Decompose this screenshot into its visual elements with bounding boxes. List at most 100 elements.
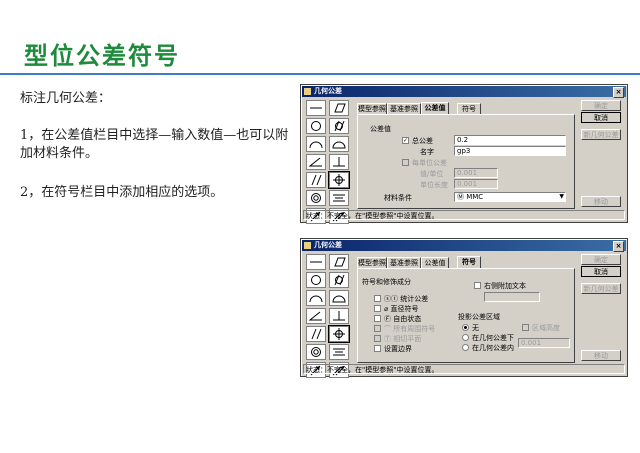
tangent-plane-text: 相切平面 (393, 335, 422, 343)
cylindricity-icon[interactable] (329, 272, 349, 288)
tab-panel: 符号和修饰成分 ⓢⓣ 统计公差 ⌀ 直径符号 Ⓕ 自由状态 ⌒ 所有周围符号 Ⓣ… (357, 268, 575, 363)
new-tolerance-button[interactable]: 新几何公差 (581, 129, 621, 140)
free-state-checkbox[interactable] (374, 315, 381, 322)
symmetry-icon[interactable] (329, 344, 349, 360)
ok-button[interactable]: 确定 (581, 100, 621, 111)
close-icon[interactable]: × (613, 241, 624, 252)
per-unit-label: 每单位公差 (412, 159, 447, 167)
move-button[interactable]: 移动 (581, 350, 621, 361)
diameter-icon: ⌀ (384, 305, 389, 313)
tangent-plane-icon: Ⓣ (384, 335, 391, 343)
circularity-icon[interactable] (306, 118, 326, 134)
surface-profile-icon[interactable] (329, 136, 349, 152)
statistical-tolerance-checkbox[interactable] (374, 295, 381, 302)
dialog-titlebar: 几何公差 × (302, 86, 626, 98)
tangent-plane-checkbox[interactable] (374, 335, 381, 342)
line-profile-icon[interactable] (306, 136, 326, 152)
move-button[interactable]: 移动 (581, 196, 621, 207)
all-around-label: ⌒ 所有周围符号 (384, 324, 435, 334)
dialog-titlebar: 几何公差 × (302, 240, 626, 252)
perpendicularity-icon[interactable] (329, 308, 349, 324)
statistical-tolerance-label: ⓢⓣ 统计公差 (384, 294, 428, 304)
chevron-down-icon: ▼ (559, 193, 564, 200)
status-bar: 状态：不完全，在"模型参照"中设置位置。 (303, 210, 625, 220)
material-condition-label: 材料条件 (384, 194, 412, 202)
tab-tolerance-value[interactable]: 公差值 (421, 102, 449, 114)
angularity-icon[interactable] (306, 154, 326, 170)
parallelism-icon[interactable] (306, 172, 326, 188)
right-extra-text-checkbox[interactable] (474, 282, 481, 289)
tab-datum-reference[interactable]: 基准参照 (387, 103, 421, 114)
geometric-tolerance-dialog-symbols: 几何公差 × 模型参照 基准参照 公差值 符号 符号和修饰成分 ⓢⓣ 统计公差 … (300, 238, 628, 378)
flatness-icon[interactable] (329, 254, 349, 270)
material-condition-select[interactable]: Ⓜ MMC ▼ (454, 192, 566, 202)
right-extra-text-label: 右侧附加文本 (484, 282, 526, 290)
free-state-text: 自由状态 (393, 315, 422, 323)
diameter-symbol-text: 直径符号 (390, 305, 419, 313)
unit-length-input[interactable]: 0.001 (454, 179, 498, 189)
diameter-symbol-checkbox[interactable] (374, 305, 381, 312)
title-rule (0, 73, 640, 75)
position-icon[interactable] (328, 325, 350, 343)
slide-title: 型位公差符号 (24, 41, 180, 70)
total-tolerance-checkbox[interactable]: ✓ (402, 137, 409, 144)
right-extra-text-input[interactable] (484, 292, 540, 302)
set-boundary-checkbox[interactable] (374, 345, 381, 352)
all-around-checkbox[interactable] (374, 325, 381, 332)
projected-below-radio[interactable] (462, 334, 469, 341)
angularity-icon[interactable] (306, 308, 326, 324)
straightness-icon[interactable] (306, 254, 326, 270)
line-profile-icon[interactable] (306, 290, 326, 306)
projected-below-label: 在几何公差下 (472, 334, 514, 342)
tab-symbol[interactable]: 符号 (457, 256, 481, 268)
app-icon (304, 88, 311, 95)
all-around-icon: ⌒ (384, 325, 391, 333)
set-boundary-label: 设置边界 (384, 345, 412, 353)
tab-symbol[interactable]: 符号 (457, 103, 481, 114)
value-unit-input[interactable]: 0.001 (454, 168, 498, 178)
straightness-icon[interactable] (306, 100, 326, 116)
cylindricity-icon[interactable] (329, 118, 349, 134)
surface-profile-icon[interactable] (329, 290, 349, 306)
tab-model-reference[interactable]: 模型参照 (357, 103, 387, 114)
zone-height-checkbox[interactable] (522, 324, 529, 331)
position-icon[interactable] (328, 171, 350, 189)
total-tolerance-input[interactable]: 0.2 (454, 135, 566, 145)
perpendicularity-icon[interactable] (329, 154, 349, 170)
flatness-icon[interactable] (329, 100, 349, 116)
close-icon[interactable]: × (613, 87, 624, 98)
new-tolerance-button[interactable]: 新几何公差 (581, 283, 621, 294)
projected-none-radio[interactable] (462, 324, 469, 331)
total-tolerance-label: 总公差 (412, 137, 433, 145)
ok-button[interactable]: 确定 (581, 254, 621, 265)
tab-model-reference[interactable]: 模型参照 (357, 257, 387, 268)
cancel-button[interactable]: 取消 (581, 112, 621, 123)
statistical-tolerance-icon: ⓢⓣ (384, 295, 398, 303)
diameter-symbol-label: ⌀ 直径符号 (384, 304, 418, 314)
status-bar: 状态：不完全，在"模型参照"中设置位置。 (303, 364, 625, 374)
material-condition-value: Ⓜ MMC (457, 193, 484, 201)
value-unit-label: 值/单位 (420, 170, 444, 178)
concentricity-icon[interactable] (306, 190, 326, 206)
app-icon (304, 242, 311, 249)
per-unit-checkbox[interactable] (402, 159, 409, 166)
projected-inside-radio[interactable] (462, 344, 469, 351)
free-state-icon: Ⓕ (384, 315, 391, 323)
projected-inside-label: 在几何公差内 (472, 344, 514, 352)
tab-panel: 公差值 ✓ 总公差 0.2 名字 gp3 每单位公差 值/单位 0.001 单位… (357, 114, 575, 209)
cancel-button[interactable]: 取消 (581, 266, 621, 277)
parallelism-icon[interactable] (306, 326, 326, 342)
zone-height-input[interactable]: 0.001 (518, 338, 570, 348)
group-label: 符号和修饰成分 (362, 278, 411, 286)
dialog-title: 几何公差 (314, 241, 342, 249)
tab-datum-reference[interactable]: 基准参照 (387, 257, 421, 268)
projected-none-label: 无 (472, 324, 479, 332)
concentricity-icon[interactable] (306, 344, 326, 360)
tab-tolerance-value[interactable]: 公差值 (421, 257, 449, 268)
name-input[interactable]: gp3 (454, 146, 566, 156)
group-label: 公差值 (370, 125, 391, 133)
circularity-icon[interactable] (306, 272, 326, 288)
bullet-intro: 标注几何公差： (20, 91, 112, 106)
geometric-tolerance-dialog-values: 几何公差 × 模型参照 基准参照 公差值 符号 公差值 ✓ 总公差 0.2 名字… (300, 84, 628, 224)
symmetry-icon[interactable] (329, 190, 349, 206)
